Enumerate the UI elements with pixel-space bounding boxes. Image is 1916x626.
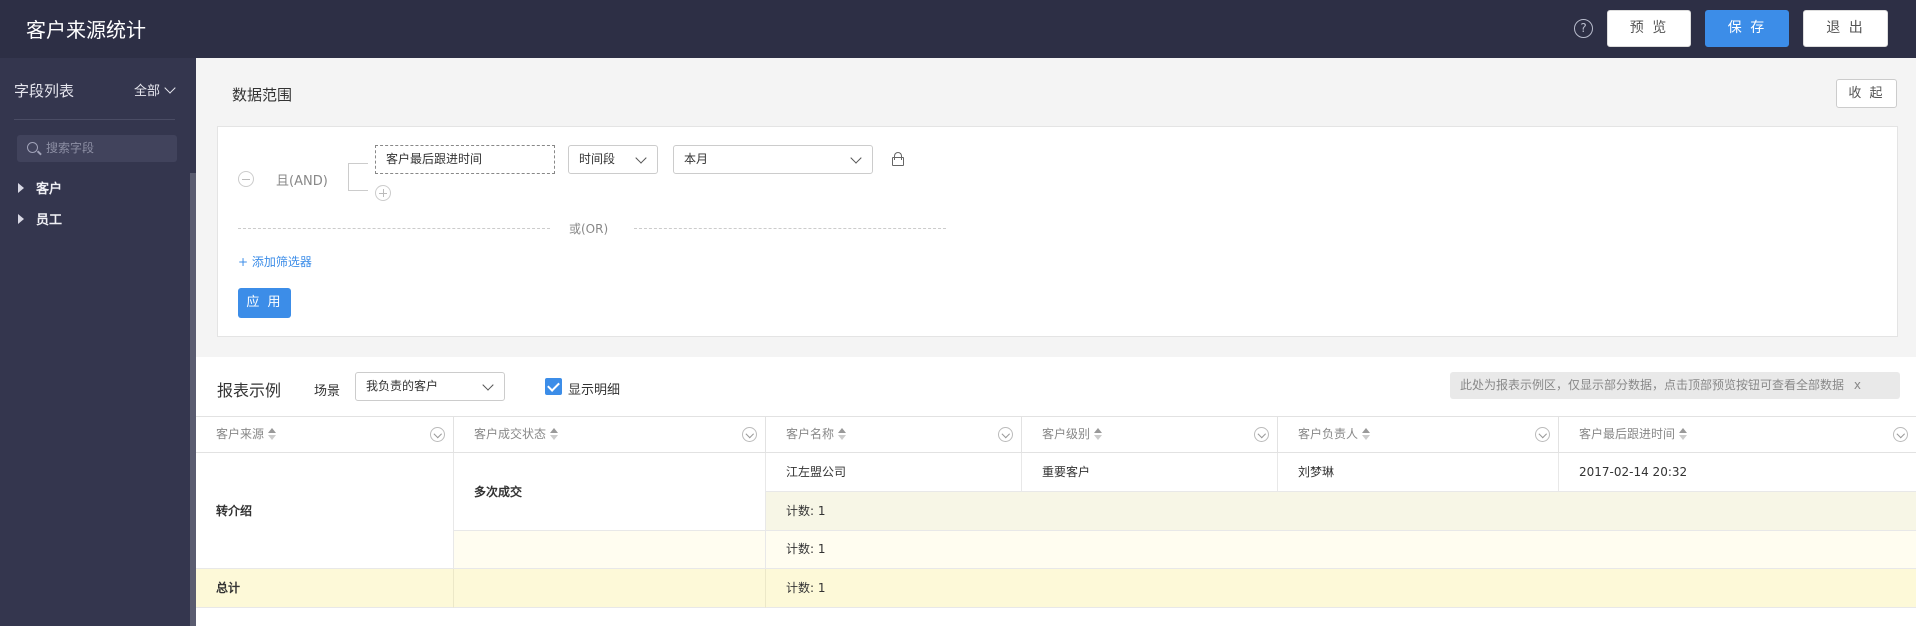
field-filter-dropdown[interactable]: 全部 [134, 80, 176, 99]
cell-owner: 刘梦琳 [1278, 453, 1559, 492]
column-header[interactable]: 客户名称 [766, 416, 1022, 453]
total-label: 总计 [196, 569, 454, 608]
column-header[interactable]: 客户最后跟进时间 [1559, 416, 1916, 453]
or-divider-right [634, 228, 946, 229]
cell-level: 重要客户 [1022, 453, 1278, 492]
notice-text: 此处为报表示例区，仅显示部分数据，点击顶部预览按钮可查看全部数据 [1460, 378, 1845, 392]
exit-button[interactable]: 退 出 [1803, 10, 1888, 47]
cell-name: 江左盟公司 [766, 453, 1022, 492]
collapse-button[interactable]: 收 起 [1836, 79, 1897, 108]
add-filter-link[interactable]: + 添加筛选器 [238, 253, 312, 270]
add-condition-icon[interactable] [375, 185, 391, 201]
column-header[interactable]: 客户级别 [1022, 416, 1278, 453]
apply-button[interactable]: 应 用 [238, 288, 291, 318]
sidebar-divider [14, 119, 175, 120]
help-icon[interactable]: ? [1574, 19, 1593, 38]
column-header-label: 客户最后跟进时间 [1579, 427, 1676, 441]
subtotal-source-row: 计数: 1 [766, 531, 1916, 569]
cell-source: 转介绍 [196, 453, 454, 569]
remove-group-icon[interactable] [238, 171, 254, 187]
sidebar-item-employee[interactable]: 员工 [18, 209, 62, 228]
chevron-down-icon [850, 152, 862, 164]
sidebar-item-label: 员工 [36, 213, 63, 228]
search-icon [27, 142, 38, 153]
sort-icon[interactable] [550, 428, 559, 440]
or-label: 或(OR) [569, 222, 609, 236]
operator-value: 时间段 [579, 152, 616, 166]
top-header: 客户来源统计 ? 预 览 保 存 退 出 [0, 0, 1916, 58]
caret-right-icon [18, 214, 24, 224]
column-header[interactable]: 客户成交状态 [454, 416, 766, 453]
report-table: 客户来源 客户成交状态 客户名称 客户级别 客户负责人 客户最后跟进时间 转介绍… [196, 416, 1916, 626]
sidebar-item-label: 客户 [36, 182, 63, 197]
chevron-down-icon [482, 379, 494, 391]
unlock-icon[interactable] [892, 152, 904, 166]
show-detail-checkbox[interactable] [545, 378, 562, 395]
page-title: 客户来源统计 [26, 18, 146, 42]
cell-status: 多次成交 [454, 453, 766, 531]
column-header[interactable]: 客户来源 [196, 416, 454, 453]
chevron-down-icon [164, 82, 176, 94]
column-header-label: 客户负责人 [1298, 427, 1359, 441]
filter-panel: 且(AND) 客户最后跟进时间 时间段 本月 或(OR) + 添加筛选器 应 用 [217, 126, 1898, 337]
or-divider-left [238, 228, 550, 229]
chevron-down-icon [635, 152, 647, 164]
preview-notice: 此处为报表示例区，仅显示部分数据，点击顶部预览按钮可查看全部数据 x [1450, 372, 1900, 399]
sort-icon[interactable] [1362, 428, 1371, 440]
report-section: 报表示例 场景 我负责的客户 显示明细 此处为报表示例区，仅显示部分数据，点击顶… [196, 357, 1916, 626]
operator-select[interactable]: 时间段 [568, 145, 658, 174]
show-detail-label[interactable]: 显示明细 [568, 379, 620, 398]
total-row: 计数: 1 [766, 569, 1916, 608]
sidebar-item-customer[interactable]: 客户 [18, 178, 62, 197]
column-header[interactable]: 客户负责人 [1278, 416, 1559, 453]
sidebar-title: 字段列表 [14, 82, 75, 100]
column-menu-icon[interactable] [1893, 427, 1908, 442]
scene-select[interactable]: 我负责的客户 [355, 372, 505, 401]
column-menu-icon[interactable] [742, 427, 757, 442]
value-select[interactable]: 本月 [673, 145, 873, 174]
scene-value: 我负责的客户 [366, 379, 439, 393]
report-title: 报表示例 [217, 381, 282, 400]
filter-field[interactable]: 客户最后跟进时间 [375, 145, 555, 174]
column-menu-icon[interactable] [430, 427, 445, 442]
column-menu-icon[interactable] [1254, 427, 1269, 442]
sort-icon[interactable] [838, 428, 847, 440]
total-blank [454, 569, 766, 608]
caret-right-icon [18, 183, 24, 193]
sort-icon[interactable] [1679, 428, 1688, 440]
field-search-input[interactable] [46, 139, 171, 157]
field-sidebar: 字段列表 全部 客户 员工 [0, 58, 196, 626]
notice-close-icon[interactable]: x [1854, 378, 1861, 392]
field-filter-label: 全部 [134, 84, 161, 99]
group-bracket [348, 163, 368, 191]
column-menu-icon[interactable] [998, 427, 1013, 442]
cell-last-follow: 2017-02-14 20:32 [1559, 453, 1916, 492]
column-header-label: 客户级别 [1042, 427, 1091, 441]
main-content: 数据范围 收 起 且(AND) 客户最后跟进时间 时间段 本月 或(OR) + … [196, 58, 1916, 626]
subtotal-status-row: 计数: 1 [766, 492, 1916, 531]
column-header-label: 客户名称 [786, 427, 835, 441]
scene-label: 场景 [314, 384, 341, 399]
and-label: 且(AND) [276, 174, 328, 189]
sort-icon[interactable] [1094, 428, 1103, 440]
preview-button[interactable]: 预 览 [1607, 10, 1691, 47]
subtotal-source-blank [454, 531, 766, 569]
column-header-label: 客户成交状态 [474, 427, 547, 441]
field-search [17, 135, 177, 162]
column-menu-icon[interactable] [1535, 427, 1550, 442]
data-range-title: 数据范围 [232, 86, 293, 104]
save-button[interactable]: 保 存 [1705, 10, 1789, 47]
filter-value: 本月 [684, 152, 709, 166]
sort-icon[interactable] [268, 428, 277, 440]
column-header-label: 客户来源 [216, 427, 265, 441]
